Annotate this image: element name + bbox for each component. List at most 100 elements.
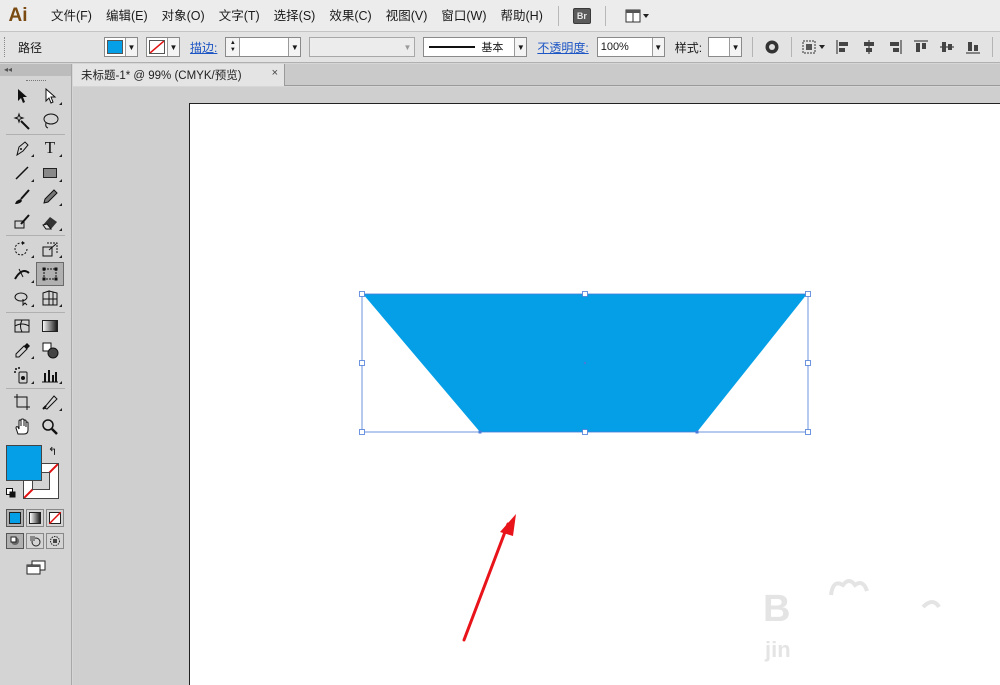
color-mode-button[interactable] [6,509,24,527]
pencil-tool[interactable] [36,185,64,209]
draw-inside-button[interactable] [46,533,64,549]
artboard-tool[interactable] [8,390,36,414]
scale-icon [42,242,58,257]
handle-middle-right[interactable] [805,360,811,366]
blob-brush-tool[interactable] [8,210,36,234]
selection-tool[interactable] [8,84,36,108]
eyedropper-tool[interactable] [8,338,36,362]
selection-type-label: 路径 [18,40,43,55]
fill-color-dropdown[interactable]: ▼ [104,37,139,57]
align-top-button[interactable] [908,35,934,59]
menu-select[interactable]: 选择(S) [267,0,323,32]
stroke-color-dropdown[interactable]: ▼ [146,37,181,57]
graphic-style-dropdown[interactable]: ▼ [708,37,743,57]
handle-bottom-right[interactable] [805,429,811,435]
flyout-indicator [59,255,62,258]
brush-definition-dropdown[interactable]: 基本 ▼ [423,37,528,57]
recolor-artwork-button[interactable] [759,35,785,59]
type-tool[interactable]: T [36,136,64,160]
control-bar: 路径 ▼ ▼ 描边: ▲ ▼ ▼ ▼ 基本 ▼ 不透明度: 100% ▼ 样式: … [0,32,1000,63]
default-fill-stroke-icon[interactable] [6,487,16,498]
draw-behind-button[interactable] [26,533,44,549]
gradient-mode-button[interactable] [26,509,44,527]
canvas-area[interactable]: B jin [73,87,1000,685]
align-left-button[interactable] [830,35,856,59]
flyout-indicator [31,380,34,384]
blend-tool[interactable] [36,338,64,362]
paintbrush-tool[interactable] [8,185,36,209]
tools-panel-grip[interactable] [0,76,71,84]
magic-wand-tool[interactable] [8,109,36,133]
chevron-down-icon: ▼ [167,38,180,56]
default-colors-icon [6,488,16,498]
tools-panel-collapse-button[interactable]: ◂◂ [0,64,71,76]
eraser-icon [42,216,57,229]
zoom-tool[interactable] [36,415,64,439]
handle-bottom-center[interactable] [582,429,588,435]
align-to-icon [802,40,826,54]
rotate-tool[interactable] [8,237,36,261]
stroke-weight-stepper[interactable]: ▲ ▼ [226,38,241,56]
color-mode-row [0,509,71,529]
width-tool[interactable] [8,262,36,286]
slice-tool[interactable] [36,390,64,414]
direct-selection-tool[interactable] [36,84,64,108]
swap-fill-stroke-icon[interactable]: ↰ [48,445,57,458]
handle-top-center[interactable] [582,291,588,297]
document-tab[interactable]: 未标题-1* @ 99% (CMYK/预览) × [73,64,285,86]
align-to-selection-button[interactable] [798,35,830,59]
menu-effect[interactable]: 效果(C) [322,0,378,32]
align-horizontal-center-button[interactable] [856,35,882,59]
align-vertical-center-button[interactable] [934,35,960,59]
handle-bottom-left[interactable] [359,429,365,435]
handle-top-right[interactable] [805,291,811,297]
close-icon[interactable]: × [272,67,278,79]
panel-grip[interactable] [4,37,8,57]
handle-middle-left[interactable] [359,360,365,366]
lasso-tool[interactable] [36,109,64,133]
rectangle-tool[interactable] [36,161,64,185]
mesh-tool[interactable] [8,314,36,338]
anchor-point-bottom-right[interactable] [695,430,699,434]
eyedropper-icon [15,343,30,358]
hand-tool[interactable] [8,415,36,439]
perspective-grid-tool[interactable] [36,286,64,310]
menu-help[interactable]: 帮助(H) [494,0,550,32]
draw-normal-button[interactable] [6,533,24,549]
pen-tool[interactable] [8,136,36,160]
screen-mode-button[interactable] [0,557,71,579]
hand-icon [15,417,29,434]
shape-builder-tool[interactable] [8,286,36,310]
menu-file[interactable]: 文件(F) [44,0,99,32]
free-transform-tool[interactable] [36,261,64,286]
none-mode-button[interactable] [46,509,64,527]
arrange-documents-button[interactable] [624,7,652,25]
stroke-weight-field[interactable]: ▲ ▼ ▼ [225,37,302,57]
scale-tool[interactable] [36,237,64,261]
menu-view[interactable]: 视图(V) [379,0,435,32]
bridge-button[interactable]: Br [572,7,591,24]
align-right-button[interactable] [882,35,908,59]
align-bottom-button[interactable] [960,35,986,59]
gradient-tool[interactable] [36,314,64,338]
stroke-link[interactable]: 描边: [184,39,221,56]
menu-object[interactable]: 对象(O) [155,0,212,32]
menu-window[interactable]: 窗口(W) [434,0,493,32]
opacity-link[interactable]: 不透明度: [531,39,592,56]
eraser-tool[interactable] [36,210,64,234]
menu-type[interactable]: 文字(T) [212,0,267,32]
paintbrush-icon [15,189,30,204]
menu-separator [604,5,606,26]
opacity-field[interactable]: 100% ▼ [596,37,665,57]
line-segment-tool[interactable] [8,161,36,185]
fill-swatch-large[interactable] [6,445,42,481]
annotation-arrow [462,514,516,642]
menu-edit[interactable]: 编辑(E) [99,0,155,32]
flyout-indicator [31,178,34,182]
anchor-point-bottom-left[interactable] [478,430,482,434]
handle-top-left[interactable] [359,291,365,297]
column-graph-tool[interactable] [36,363,64,387]
symbol-sprayer-tool[interactable] [8,363,36,387]
rotate-icon [14,241,28,256]
variable-width-profile-dropdown[interactable]: ▼ [309,37,416,57]
